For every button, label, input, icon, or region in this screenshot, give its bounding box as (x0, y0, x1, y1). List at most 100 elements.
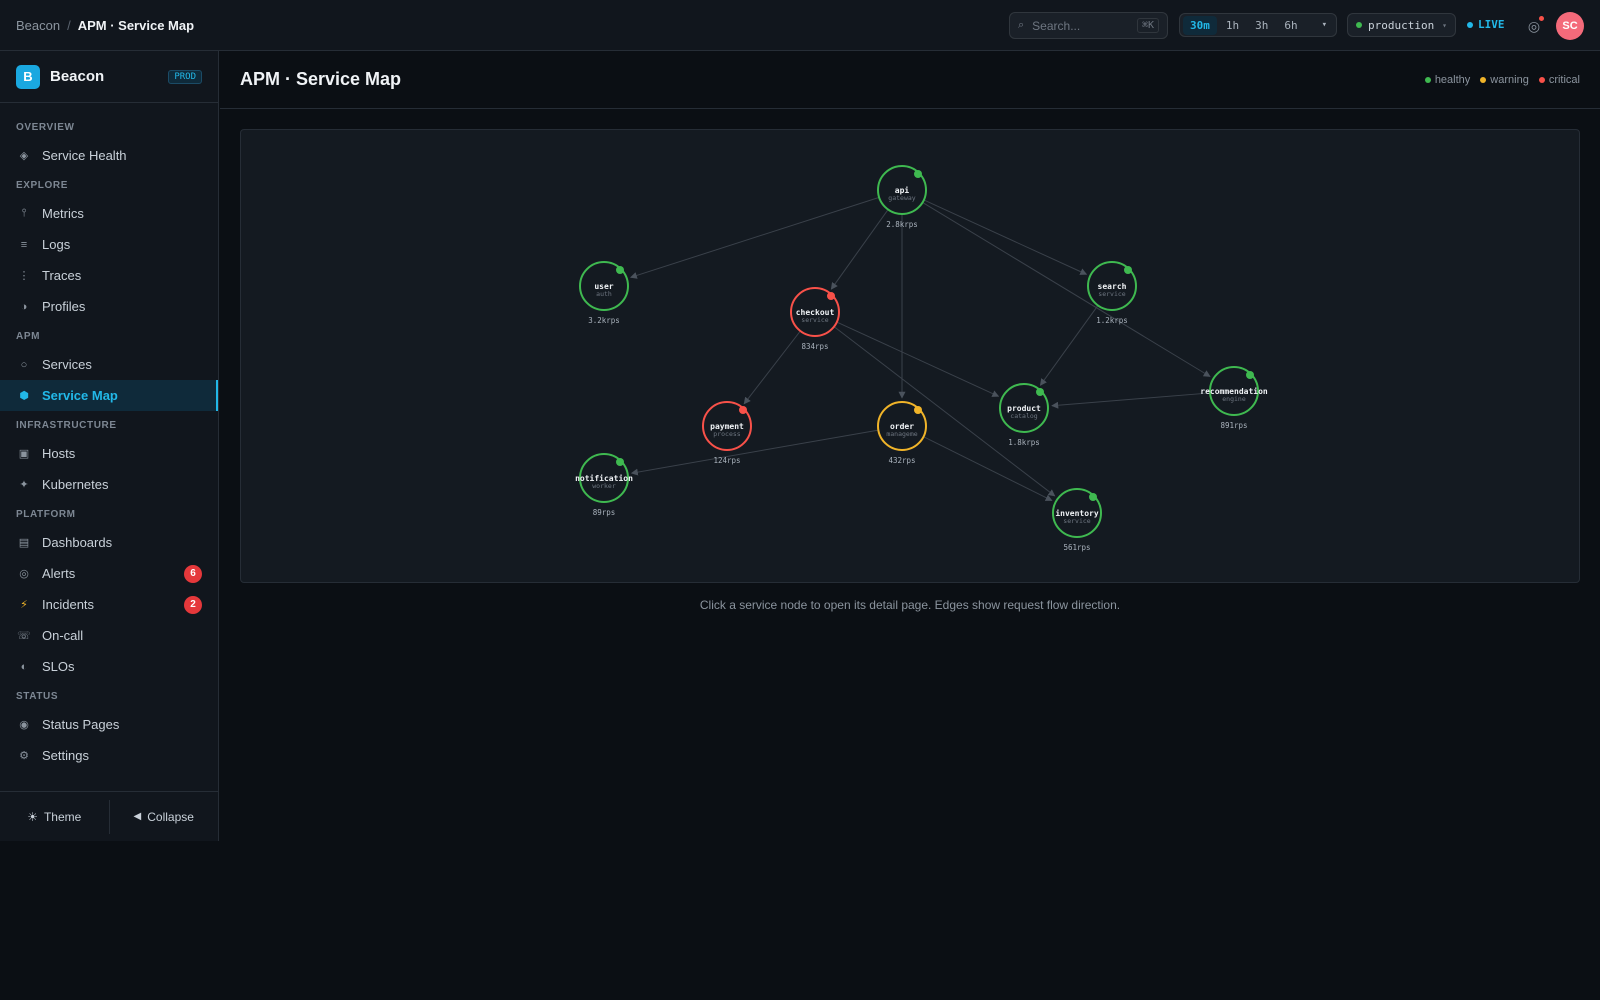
sidebar-item-label: Incidents (42, 597, 95, 612)
settings-icon: ⚙ (19, 750, 29, 762)
time-range-3h[interactable]: 3h (1248, 16, 1275, 35)
collapse-button[interactable]: ◀ Collapse (110, 800, 219, 834)
sidebar-item-kubernetes[interactable]: ✦ Kubernetes (0, 469, 218, 500)
node-kind: service (1063, 517, 1090, 525)
node-rps: 561rps (1063, 543, 1090, 552)
edge-checkout-product (836, 321, 1000, 397)
sidebar-item-label: SLOs (42, 659, 75, 674)
node-rps: 1.2krps (1096, 316, 1128, 325)
sidebar-item-dashboards[interactable]: ▤ Dashboards (0, 527, 218, 558)
collapse-label: Collapse (147, 809, 194, 824)
service-node-product[interactable]: productcatalog1.8krps (999, 383, 1049, 447)
sidebar-item-traces[interactable]: ⋮ Traces (0, 260, 218, 291)
diamond-icon: ◈ (19, 150, 29, 162)
edge-api-checkout (830, 209, 889, 290)
sidebar-item-label: Service Map (42, 388, 118, 403)
slos-icon: ◐ (20, 660, 28, 673)
hosts-icon: ▣ (18, 448, 30, 460)
env-badge: PROD (168, 69, 202, 84)
incidents-icon: ⚡ (20, 599, 28, 611)
node-status-dot (616, 458, 624, 466)
live-indicator[interactable]: LIVE (1467, 18, 1505, 31)
service-node-api[interactable]: apigateway2.8krps (877, 165, 927, 229)
node-kind: auth (596, 290, 612, 298)
collapse-icon: ◀ (133, 811, 142, 822)
sidebar-item-label: Services (42, 357, 92, 372)
sidebar-item-incidents[interactable]: ⚡ Incidents 2 (0, 589, 218, 620)
theme-label: Theme (43, 809, 82, 824)
sidebar-item-logs[interactable]: ≡ Logs (0, 229, 218, 260)
logs-icon: ≡ (20, 238, 28, 251)
sidebar-item-label: On-call (42, 628, 84, 643)
service-node-order[interactable]: ordermanageme432rps (877, 401, 927, 465)
legend-label: critical (1548, 74, 1580, 86)
page-header: APM · Service Map healthy warning critical (220, 51, 1600, 109)
node-rps: 834rps (801, 342, 828, 351)
service-node-checkout[interactable]: checkoutservice834rps (790, 287, 840, 351)
kubernetes-icon: ✦ (19, 479, 29, 491)
node-rps: 89rps (593, 508, 616, 517)
legend-warning: warning (1480, 74, 1529, 86)
time-range-30m[interactable]: 30m (1183, 15, 1217, 35)
sidebar-item-hosts[interactable]: ▣ Hosts (0, 438, 218, 469)
breadcrumb-current: APM · Service Map (77, 18, 195, 33)
node-status-dot (914, 170, 922, 178)
sidebar-item-alerts[interactable]: ◎ Alerts 6 (0, 558, 218, 589)
time-range-1h[interactable]: 1h (1219, 16, 1246, 35)
node-status-dot (1089, 493, 1097, 501)
environment-selector[interactable]: production ▾ (1347, 13, 1456, 37)
search-input[interactable]: ⌕ Search... ⌘K (1009, 12, 1168, 39)
breadcrumb-root[interactable]: Beacon (16, 18, 60, 33)
legend-healthy: healthy (1424, 74, 1470, 86)
search-placeholder: Search... (1032, 18, 1081, 33)
legend-dot (1480, 77, 1487, 83)
node-rps: 2.8krps (886, 220, 918, 229)
sidebar-item-service-map[interactable]: ⬢ Service Map (0, 380, 218, 411)
alerts-icon: ◎ (19, 568, 29, 580)
sidebar: B Beacon PROD OVERVIEW ◈ Service Health EXP… (0, 51, 219, 841)
sidebar-nav: OVERVIEW ◈ Service Health EXPLORE ⫯ Metrics ≡ L… (0, 103, 218, 771)
service-node-user[interactable]: userauth3.2krps (579, 261, 629, 325)
brand-name: Beacon (50, 68, 105, 85)
nav-section-title: STATUS (16, 691, 59, 702)
sidebar-item-label: Profiles (42, 299, 86, 314)
sidebar-item-label: Metrics (42, 206, 84, 221)
time-range-6h[interactable]: 6h (1277, 16, 1304, 35)
sun-icon: ☀ (27, 809, 38, 824)
breadcrumb: Beacon / APM · Service Map (16, 18, 194, 33)
nav-section-title: EXPLORE (16, 180, 68, 191)
sidebar-item-settings[interactable]: ⚙ Settings (0, 740, 218, 771)
sidebar-item-service-health[interactable]: ◈ Service Health (0, 140, 218, 171)
service-node-search[interactable]: searchservice1.2krps (1087, 261, 1137, 325)
sidebar-item-services[interactable]: ○ Services (0, 349, 218, 380)
live-label: LIVE (1478, 18, 1505, 31)
sidebar-footer: ☀ Theme ◀ Collapse (0, 791, 218, 841)
edge-search-product (1039, 305, 1099, 386)
legend-critical: critical (1538, 74, 1580, 86)
map-hint: Click a service node to open its detail … (699, 598, 1121, 612)
traces-icon: ⋮ (18, 270, 30, 282)
service-node-recommendation[interactable]: recommendationengine891rps (1200, 366, 1268, 430)
theme-button[interactable]: ☀ Theme (0, 800, 109, 834)
chevron-down-icon[interactable]: ▾ (1316, 20, 1333, 30)
legend-dot (1424, 77, 1431, 83)
sidebar-item-metrics[interactable]: ⫯ Metrics (0, 198, 218, 229)
notifications-icon[interactable]: ◎ (1524, 16, 1544, 36)
service-node-payment[interactable]: paymentprocess124rps (702, 401, 752, 465)
sidebar-item-label: Service Health (42, 148, 127, 163)
sidebar-item-profiles[interactable]: ◑ Profiles (0, 291, 218, 322)
sidebar-item-on-call[interactable]: ☏ On-call (0, 620, 218, 651)
avatar[interactable]: SC (1556, 12, 1584, 40)
count-badge: 6 (184, 564, 202, 583)
service-map-graph: apigateway2.8krps userauth3.2krps checkout… (575, 165, 1268, 552)
sidebar-item-status-pages[interactable]: ◉ Status Pages (0, 709, 218, 740)
node-status-dot (739, 406, 747, 414)
node-kind: engine (1222, 395, 1246, 403)
node-rps: 1.8krps (1008, 438, 1040, 447)
count-badge: 2 (184, 595, 202, 614)
brand[interactable]: B Beacon PROD (0, 51, 218, 103)
sidebar-item-label: Hosts (42, 446, 76, 461)
service-node-notification[interactable]: notificationworker89rps (575, 453, 633, 517)
service-node-inventory[interactable]: inventoryservice561rps (1052, 488, 1102, 552)
sidebar-item-slos[interactable]: ◐ SLOs (0, 651, 218, 682)
